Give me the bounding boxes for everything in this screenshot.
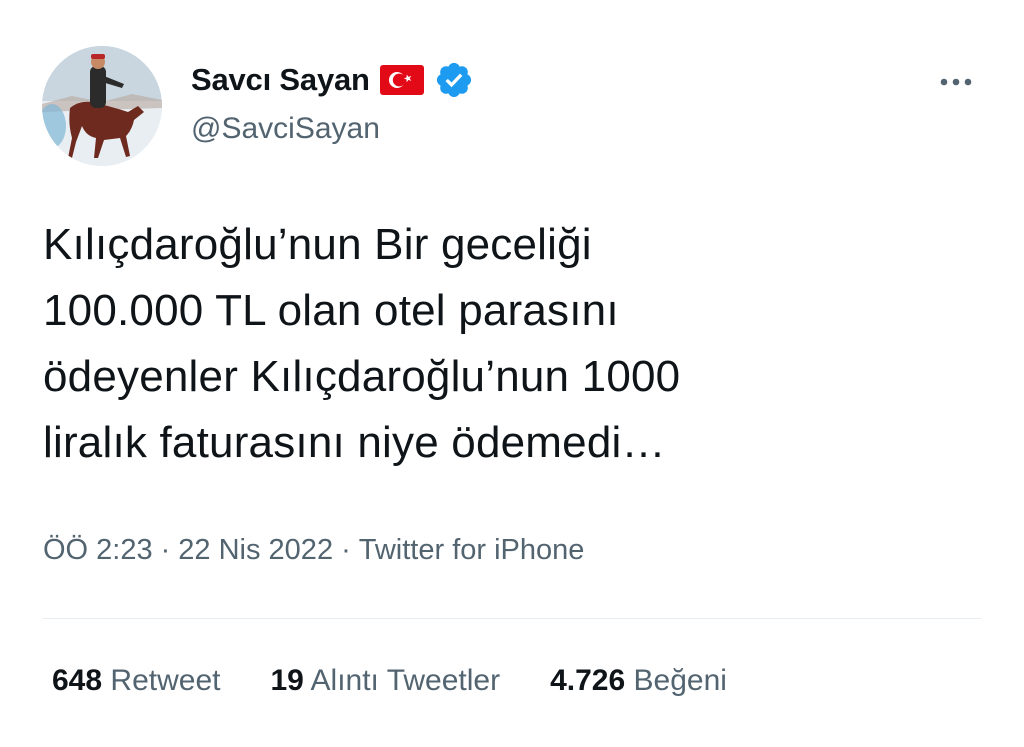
turkey-flag-icon xyxy=(379,65,424,95)
tweet-time[interactable]: ÖÖ 2:23 xyxy=(43,534,153,566)
meta-separator: · xyxy=(160,534,171,566)
tweet-date[interactable]: 22 Nis 2022 xyxy=(178,534,333,566)
divider xyxy=(43,618,981,619)
quotes-stat[interactable]: 19 Alıntı Tweetler xyxy=(270,664,500,698)
tweet-text-line: 100.000 TL olan otel parasını xyxy=(43,286,619,335)
tweet-text-line: Kılıçdaroğlu’nun Bir geceliği xyxy=(43,220,592,269)
tweet-text: Kılıçdaroğlu’nun Bir geceliği 100.000 TL … xyxy=(43,212,943,476)
retweets-count: 648 xyxy=(52,664,103,697)
author-name-row: Savcı Sayan xyxy=(191,60,474,100)
retweets-stat[interactable]: 648 Retweet xyxy=(52,664,220,698)
verified-badge-icon xyxy=(434,60,474,100)
author-handle[interactable]: @SavciSayan xyxy=(191,112,380,146)
avatar-image xyxy=(42,46,162,166)
likes-count: 4.726 xyxy=(550,664,626,697)
avatar[interactable] xyxy=(42,46,162,166)
tweet-text-line: ödeyenler Kılıçdaroğlu’nun 1000 xyxy=(43,352,681,401)
more-options-icon[interactable] xyxy=(938,72,978,92)
tweet-meta: ÖÖ 2:23 · 22 Nis 2022 · Twitter for iPhone xyxy=(43,534,584,567)
quotes-count: 19 xyxy=(270,664,304,697)
tweet-stats: 648 Retweet 19 Alıntı Tweetler 4.726 Beğ… xyxy=(52,664,727,698)
likes-stat[interactable]: 4.726 Beğeni xyxy=(550,664,727,698)
tweet-source[interactable]: Twitter for iPhone xyxy=(359,534,585,566)
meta-separator: · xyxy=(341,534,351,566)
likes-label: Beğeni xyxy=(633,664,727,697)
tweet-header: Savcı Sayan @SavciSayan xyxy=(42,46,982,166)
author-display-name[interactable]: Savcı Sayan xyxy=(191,62,370,98)
retweets-label: Retweet xyxy=(110,664,221,697)
quotes-label: Alıntı Tweetler xyxy=(310,664,501,697)
tweet-text-line: liralık faturasını niye ödemedi… xyxy=(43,418,666,467)
